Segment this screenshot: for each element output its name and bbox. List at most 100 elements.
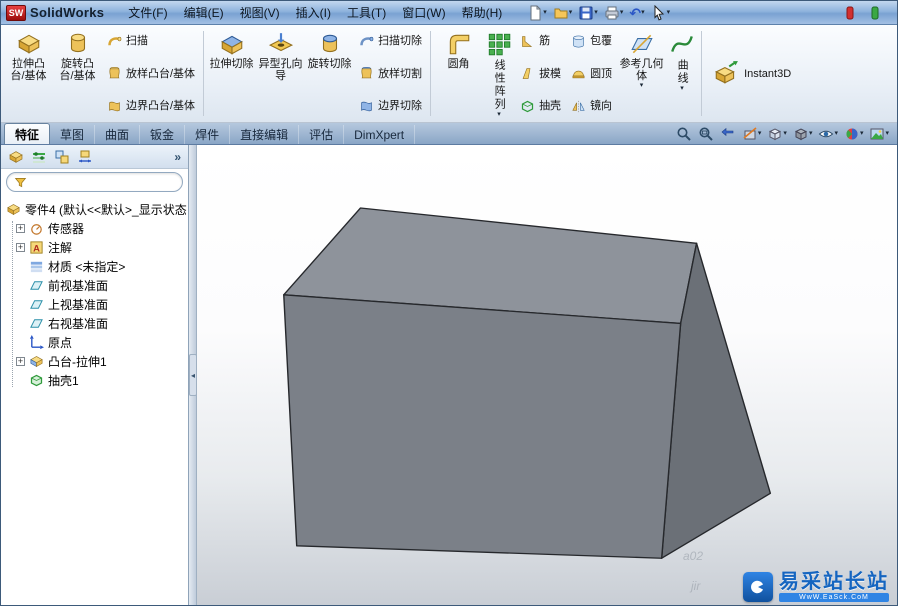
boundary-boss-button[interactable]: 边界凸台/基体 [102,95,200,117]
save-button[interactable] [575,3,601,23]
tree-item-sensors[interactable]: 传感器 [6,219,188,238]
featuremanager-tab-icon[interactable] [8,149,24,165]
dome-button[interactable]: 圆顶 [566,63,617,85]
hole-wizard-button[interactable]: 异型孔向导 [256,27,305,120]
lofted-cut-button[interactable]: 放样切割 [354,63,427,85]
previous-view-button[interactable] [718,124,738,144]
button-label: 筋 [539,35,551,47]
configurationmanager-tab-icon[interactable] [54,149,70,165]
plane-icon [29,278,44,293]
select-button[interactable] [648,3,674,23]
tree-item-material[interactable]: 材质 <未指定> [6,257,188,276]
tree-item-front-plane[interactable]: 前视基准面 [6,276,188,295]
tab-dimxpert[interactable]: DimXpert [344,125,416,144]
tree-item-shell1[interactable]: 抽壳1 [6,371,188,390]
tree-filter-input[interactable] [32,176,175,188]
hide-show-items-button[interactable] [816,124,840,144]
tree-item-part-root[interactable]: 零件4 (默认<<默认>_显示状态 [6,200,188,219]
view-orientation-button[interactable] [765,124,789,144]
solidworks-window: SW SolidWorks 文件(F) 编辑(E) 视图(V) 插入(I) 工具… [0,0,898,606]
rebuild-go-button[interactable] [864,3,886,23]
wrap-button[interactable]: 包覆 [566,30,617,52]
reference-geometry-button[interactable]: 参考几何体 [617,27,666,120]
button-label: 镜向 [590,100,613,112]
new-document-button[interactable] [524,3,550,23]
draft-button[interactable]: 拔模 [515,63,566,85]
rebuild-stop-icon [842,5,858,21]
rebuild-go-icon [867,5,883,21]
display-style-button[interactable] [791,124,815,144]
menu-edit[interactable]: 编辑(E) [176,4,232,21]
button-label: 曲线 [676,59,689,85]
apply-scene-icon [869,126,885,142]
tab-sketch[interactable]: 草图 [50,125,96,144]
zoom-fit-button[interactable] [674,124,694,144]
menu-help[interactable]: 帮助(H) [454,4,511,21]
tab-weldments[interactable]: 焊件 [185,125,231,144]
menu-tools[interactable]: 工具(T) [339,4,394,21]
swept-cut-button[interactable]: 扫描切除 [354,30,427,52]
tree-filter-box[interactable] [6,172,183,192]
apply-scene-button[interactable] [867,124,891,144]
tree-item-right-plane[interactable]: 右视基准面 [6,314,188,333]
curves-button[interactable]: 曲线 [666,27,698,120]
expand-plus-icon[interactable] [16,357,25,366]
open-button[interactable] [550,3,576,23]
revolved-boss-button[interactable]: 旋转凸台/基体 [53,27,102,120]
menu-insert[interactable]: 插入(I) [288,4,339,21]
boundary-cut-button[interactable]: 边界切除 [354,95,427,117]
lofted-boss-icon [107,66,122,81]
model-box[interactable] [197,145,897,605]
mirror-button[interactable]: 镜向 [566,95,617,117]
display-style-icon [793,126,809,142]
button-label: 圆顶 [590,67,613,80]
menu-view[interactable]: 视图(V) [232,4,288,21]
propertymanager-tab-icon[interactable] [31,149,47,165]
panel-splitter[interactable] [189,145,197,605]
menu-window[interactable]: 窗口(W) [394,4,453,21]
graphics-viewport[interactable]: a02 jir 易采站长站 WwW.EaSck.CoM [197,145,897,605]
tab-features[interactable]: 特征 [4,123,51,144]
undo-button[interactable] [626,3,647,23]
extruded-cut-button[interactable]: 拉伸切除 [207,27,256,120]
tree-item-label: 原点 [48,336,73,350]
dimxpertmanager-tab-icon[interactable] [77,149,93,165]
lofted-boss-button[interactable]: 放样凸台/基体 [102,63,200,85]
quick-access-toolbar [524,3,673,23]
panel-collapse-button[interactable] [189,354,197,396]
revolved-cut-button[interactable]: 旋转切除 [305,27,354,120]
open-icon [553,5,569,21]
tree-item-top-plane[interactable]: 上视基准面 [6,295,188,314]
tab-evaluate[interactable]: 评估 [299,125,345,144]
hole-wizard-icon [268,31,294,57]
tab-direct-editing[interactable]: 直接编辑 [230,125,300,144]
svg-text:A: A [33,243,40,253]
tab-surfaces[interactable]: 曲面 [95,125,141,144]
tree-item-annotations[interactable]: A 注解 [6,238,188,257]
instant3d-button[interactable]: Instant3D [705,27,799,120]
print-button[interactable] [601,3,627,23]
tree-item-origin[interactable]: 原点 [6,333,188,352]
tree-item-label: 凸台-拉伸1 [48,355,107,369]
linear-pattern-button[interactable]: 线性阵列 [483,27,515,120]
zoom-area-button[interactable] [696,124,716,144]
edit-appearance-button[interactable] [842,124,866,144]
tree-item-label: 注解 [48,241,73,255]
swept-boss-button[interactable]: 扫描 [102,30,200,52]
expand-plus-icon[interactable] [16,243,25,252]
button-label: 参考几何体 [619,58,664,82]
tree-item-boss-extrude1[interactable]: 凸台-拉伸1 [6,352,188,371]
panel-overflow-chevron[interactable] [174,150,181,164]
section-view-button[interactable] [740,124,764,144]
shell-button[interactable]: 抽壳 [515,95,566,117]
plane-icon [29,297,44,312]
expand-plus-icon[interactable] [16,224,25,233]
rebuild-stop-button[interactable] [839,3,861,23]
button-label: 抽壳 [539,100,562,112]
menu-file[interactable]: 文件(F) [120,4,175,21]
box-front-face[interactable] [283,294,682,559]
extruded-boss-button[interactable]: 拉伸凸台/基体 [4,27,53,120]
rib-button[interactable]: 筋 [515,30,566,52]
tab-sheet-metal[interactable]: 钣金 [140,125,186,144]
fillet-button[interactable]: 圆角 [434,27,483,120]
